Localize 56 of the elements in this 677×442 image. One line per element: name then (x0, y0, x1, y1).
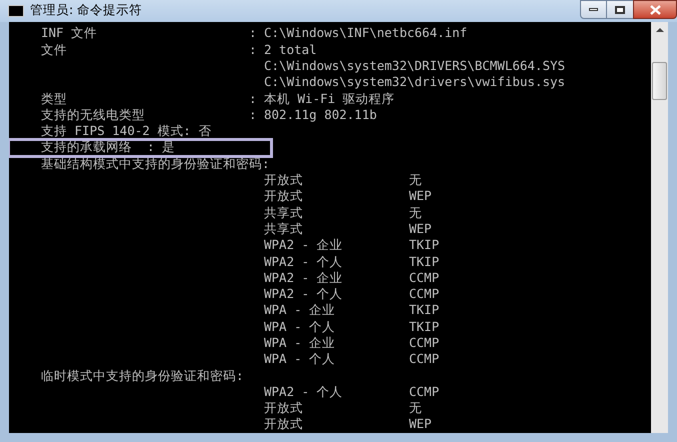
auth-method: 开放式 (264, 400, 303, 416)
console-app-icon (8, 4, 24, 17)
console-label: 支持的无线电类型 (41, 106, 145, 122)
auth-method: 共享式 (264, 204, 303, 220)
window-title: 管理员: 命令提示符 (30, 1, 142, 20)
section-heading: 临时模式中支持的身份验证和密码: (41, 366, 244, 385)
cipher-value: TKIP (409, 236, 440, 254)
console-value: 本机 Wi-Fi 驱动程序 (264, 90, 395, 108)
auth-method: WPA2 - 个人 (264, 384, 343, 399)
close-icon (650, 4, 660, 14)
section-heading: 基础结构模式中支持的身份验证和密码: (41, 154, 270, 173)
auth-method: 开放式 (264, 172, 303, 188)
auth-method: WPA2 - 企业 (264, 270, 343, 285)
maximize-button[interactable] (607, 0, 633, 19)
cipher-value: TKIP (409, 318, 440, 336)
console-value: C:\Windows\system32\drivers\vwifibus.sys (264, 73, 566, 92)
auth-method: WPA - 企业 (264, 302, 336, 318)
auth-method: 共享式 (264, 220, 303, 236)
console-value: C:\Windows\system32\DRIVERS\BCMWL664.SYS (264, 56, 566, 75)
console-label: 文件 (41, 42, 67, 57)
cipher-value: CCMP (409, 382, 440, 401)
auth-method: 开放式 (264, 188, 303, 204)
cipher-value: TKIP (409, 301, 440, 320)
auth-method: WPA2 - 个人 (264, 286, 343, 302)
auth-method: WPA - 企业 (264, 335, 336, 350)
cipher-value: WEP (409, 187, 432, 206)
colon-separator: : (249, 90, 257, 106)
cipher-value: CCMP (409, 285, 440, 304)
auth-method: WPA - 个人 (264, 351, 336, 366)
auth-method: WPA2 - 企业 (264, 237, 343, 252)
cipher-value: TKIP (409, 252, 440, 271)
auth-method: 开放式 (264, 416, 303, 432)
console-value: 2 total (264, 40, 317, 59)
cipher-value: WEP (409, 415, 432, 433)
cipher-value: WEP (409, 220, 432, 238)
cipher-value: CCMP (409, 334, 440, 352)
console-label: 类型 (41, 90, 67, 106)
console-text: 支持 FIPS 140-2 模式: 否 (41, 122, 212, 140)
auth-method: WPA - 个人 (264, 318, 336, 334)
cipher-value: 无 (409, 204, 422, 222)
scroll-up-icon (656, 28, 664, 32)
cipher-value: 无 (409, 171, 422, 190)
close-button[interactable] (633, 0, 677, 19)
cipher-value: CCMP (409, 350, 440, 368)
console-label: INF 文件 (41, 25, 98, 40)
auth-method: WPA2 - 个人 (264, 254, 343, 269)
cipher-value: 无 (409, 399, 422, 418)
console-value: 802.11g 802.11b (264, 106, 377, 124)
scroll-thumb[interactable] (652, 62, 667, 100)
cipher-value: CCMP (409, 268, 440, 287)
colon-separator: : (249, 25, 257, 40)
console-value: C:\Windows\INF\netbc664.inf (264, 24, 468, 42)
console-text: 支持的承载网络 : 是 (41, 138, 176, 156)
colon-separator: : (249, 42, 257, 57)
colon-separator: : (249, 106, 257, 122)
minimize-button[interactable] (580, 0, 607, 19)
